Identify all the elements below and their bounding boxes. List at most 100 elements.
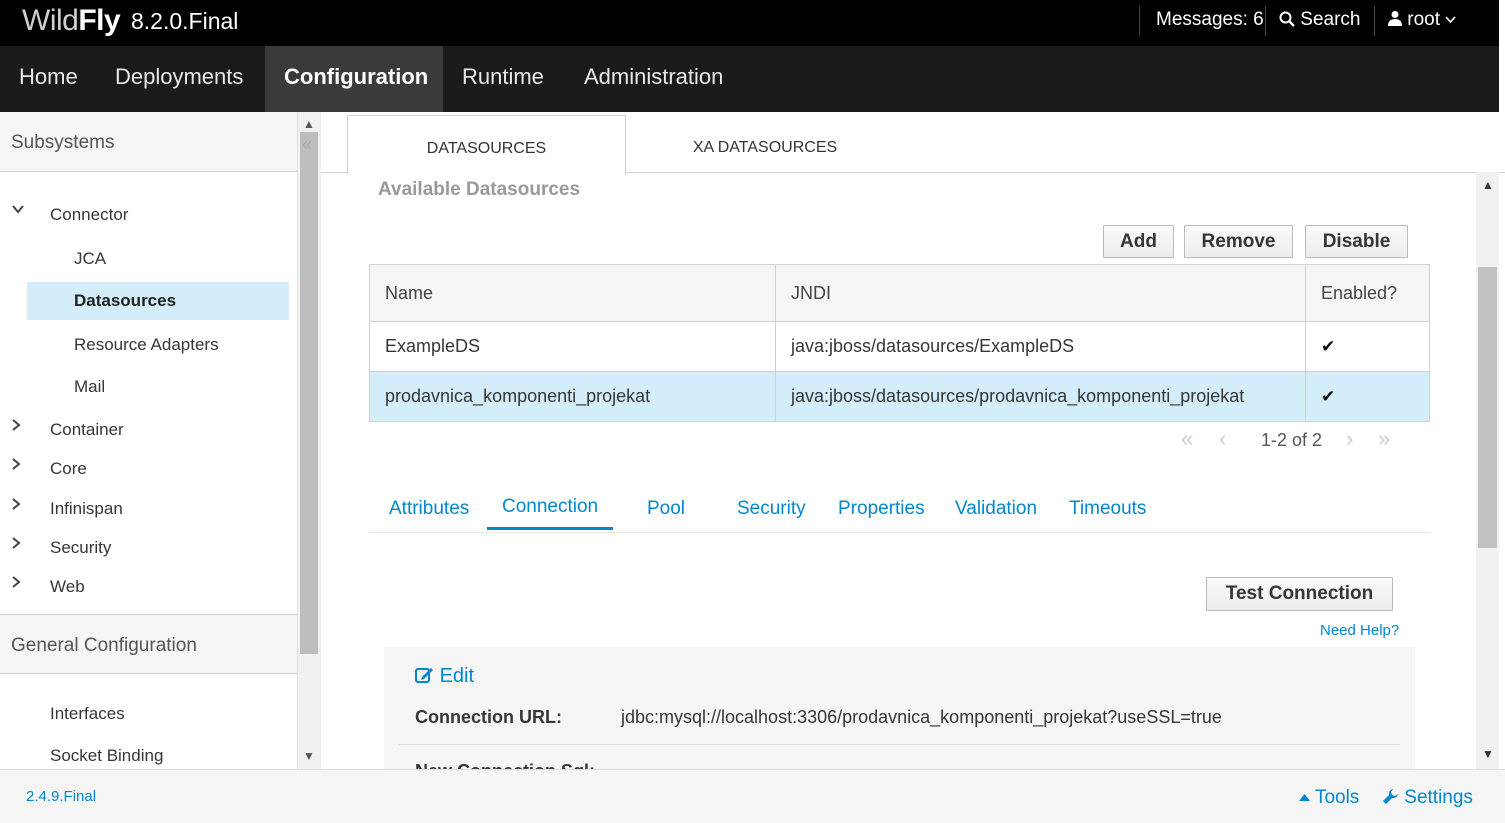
sidebar-item-socket-binding[interactable]: Socket Binding — [50, 746, 163, 766]
cell-name: prodavnica_komponenti_projekat — [369, 371, 776, 422]
chevron-right-icon[interactable] — [12, 575, 21, 592]
general-configuration-header[interactable]: General Configuration — [0, 614, 297, 674]
subtab-properties[interactable]: Properties — [838, 498, 925, 520]
scroll-up-arrow-icon[interactable]: ▲ — [303, 117, 315, 131]
sidebar-item-web[interactable]: Web — [50, 577, 85, 597]
nav-administration[interactable]: Administration — [565, 46, 742, 112]
main-content: DATASOURCES XA DATASOURCES Available Dat… — [321, 112, 1505, 769]
section-title: Available Datasources — [378, 179, 581, 200]
main-nav: Home Deployments Configuration Runtime A… — [0, 46, 1499, 112]
subtab-attributes[interactable]: Attributes — [389, 498, 469, 520]
scrollbar-thumb[interactable] — [300, 132, 318, 654]
edit-icon — [415, 668, 433, 683]
brand-wild: Wild — [22, 4, 79, 37]
edit-label: Edit — [439, 665, 475, 687]
cell-jndi: java:jboss/datasources/prodavnica_kompon… — [775, 371, 1306, 422]
last-page-icon[interactable]: » — [1378, 426, 1390, 452]
tools-label: Tools — [1314, 787, 1360, 808]
tab-xa-datasources[interactable]: XA DATASOURCES — [626, 115, 904, 172]
chevron-down-icon[interactable] — [12, 201, 24, 218]
first-page-icon[interactable]: « — [1181, 426, 1193, 452]
settings-link[interactable]: Settings — [1382, 787, 1473, 809]
console-version-link[interactable]: 2.4.9.Final — [26, 788, 96, 805]
brand-fly: Fly — [78, 4, 121, 37]
nav-configuration[interactable]: Configuration — [265, 46, 443, 112]
brand-logo: WildFly — [22, 4, 121, 38]
divider — [399, 744, 1400, 745]
remove-button[interactable]: Remove — [1184, 225, 1293, 258]
scrollbar-thumb[interactable] — [1478, 267, 1497, 548]
checkmark-icon: ✔ — [1321, 337, 1336, 356]
user-menu[interactable]: root — [1388, 0, 1456, 36]
add-button[interactable]: Add — [1103, 225, 1174, 258]
cell-name: ExampleDS — [369, 321, 776, 372]
sidebar-scrollbar[interactable]: ▲ ▼ — [297, 112, 321, 769]
sidebar-item-resource-adapters[interactable]: Resource Adapters — [74, 335, 219, 355]
sidebar: Subsystems Connector JCA Datasources Res… — [0, 112, 297, 769]
sidebar-item-connector[interactable]: Connector — [50, 205, 128, 225]
column-header-jndi[interactable]: JNDI — [775, 264, 1306, 322]
sidebar-item-jca[interactable]: JCA — [74, 249, 106, 269]
table-header-row: Name JNDI Enabled? — [369, 264, 1430, 322]
sidebar-item-datasources[interactable]: Datasources — [27, 282, 289, 320]
sidebar-item-core[interactable]: Core — [50, 459, 87, 479]
tools-link[interactable]: Tools — [1299, 787, 1359, 809]
next-page-icon[interactable]: › — [1346, 426, 1353, 452]
cell-jndi: java:jboss/datasources/ExampleDS — [775, 321, 1306, 372]
sidebar-item-interfaces[interactable]: Interfaces — [50, 704, 125, 724]
subtab-connection[interactable]: Connection — [487, 496, 614, 530]
edit-link[interactable]: Edit — [415, 665, 474, 688]
datasource-tabs: DATASOURCES XA DATASOURCES — [321, 112, 1505, 175]
subsystems-header[interactable]: Subsystems — [0, 112, 297, 172]
search-icon — [1279, 11, 1295, 27]
collapse-sidebar-icon[interactable]: « — [297, 134, 317, 155]
divider — [1265, 6, 1266, 36]
connection-url-label: Connection URL: — [415, 707, 562, 727]
window-edge — [1499, 0, 1505, 112]
chevron-down-icon — [1445, 16, 1456, 24]
nav-runtime[interactable]: Runtime — [443, 46, 563, 112]
subtab-timeouts[interactable]: Timeouts — [1069, 498, 1146, 520]
product-version: 8.2.0.Final — [131, 8, 239, 34]
nav-deployments[interactable]: Deployments — [96, 46, 262, 112]
table-row[interactable]: prodavnica_komponenti_projekat java:jbos… — [369, 371, 1430, 422]
wrench-icon — [1383, 789, 1398, 804]
column-header-name[interactable]: Name — [369, 264, 776, 322]
new-connection-sql-label: New Connection Sql: — [415, 761, 595, 769]
tab-datasources[interactable]: DATASOURCES — [347, 115, 626, 175]
messages-link[interactable]: Messages: 6 — [1156, 0, 1264, 36]
scroll-down-arrow-icon[interactable]: ▼ — [303, 749, 315, 763]
cell-enabled: ✔ — [1305, 371, 1430, 422]
test-connection-button[interactable]: Test Connection — [1206, 577, 1393, 611]
checkmark-icon: ✔ — [1321, 387, 1336, 406]
nav-home[interactable]: Home — [0, 46, 97, 112]
subtab-validation[interactable]: Validation — [955, 498, 1037, 520]
table-row[interactable]: ExampleDS java:jboss/datasources/Example… — [369, 321, 1430, 372]
user-icon — [1388, 11, 1402, 26]
chevron-right-icon[interactable] — [12, 497, 21, 514]
divider — [1374, 6, 1375, 36]
subtab-pool[interactable]: Pool — [647, 498, 685, 520]
previous-page-icon[interactable]: ‹ — [1219, 426, 1226, 452]
chevron-right-icon[interactable] — [12, 536, 21, 553]
detail-tabs: Attributes Connection Pool Security Prop… — [369, 490, 1430, 533]
main-scrollbar[interactable]: ▲ ▼ — [1476, 172, 1499, 769]
scroll-down-arrow-icon[interactable]: ▼ — [1482, 747, 1494, 761]
chevron-right-icon[interactable] — [12, 457, 21, 474]
subtab-security[interactable]: Security — [737, 498, 806, 520]
connection-url-value: jdbc:mysql://localhost:3306/prodavnica_k… — [621, 707, 1222, 727]
datasources-table: Name JNDI Enabled? ExampleDS java:jboss/… — [369, 264, 1430, 422]
caret-up-icon — [1299, 794, 1310, 801]
top-bar: WildFly 8.2.0.Final Messages: 6 Search r… — [0, 0, 1499, 46]
disable-button[interactable]: Disable — [1305, 225, 1408, 258]
column-header-enabled[interactable]: Enabled? — [1305, 264, 1430, 322]
need-help-link[interactable]: Need Help? — [1320, 622, 1399, 639]
sidebar-item-mail[interactable]: Mail — [74, 377, 105, 397]
sidebar-item-infinispan[interactable]: Infinispan — [50, 499, 123, 519]
sidebar-item-container[interactable]: Container — [50, 420, 124, 440]
user-name: root — [1407, 9, 1441, 30]
scroll-up-arrow-icon[interactable]: ▲ — [1482, 178, 1494, 192]
chevron-right-icon[interactable] — [12, 418, 21, 435]
sidebar-item-security[interactable]: Security — [50, 538, 111, 558]
search-link[interactable]: Search — [1279, 0, 1360, 36]
